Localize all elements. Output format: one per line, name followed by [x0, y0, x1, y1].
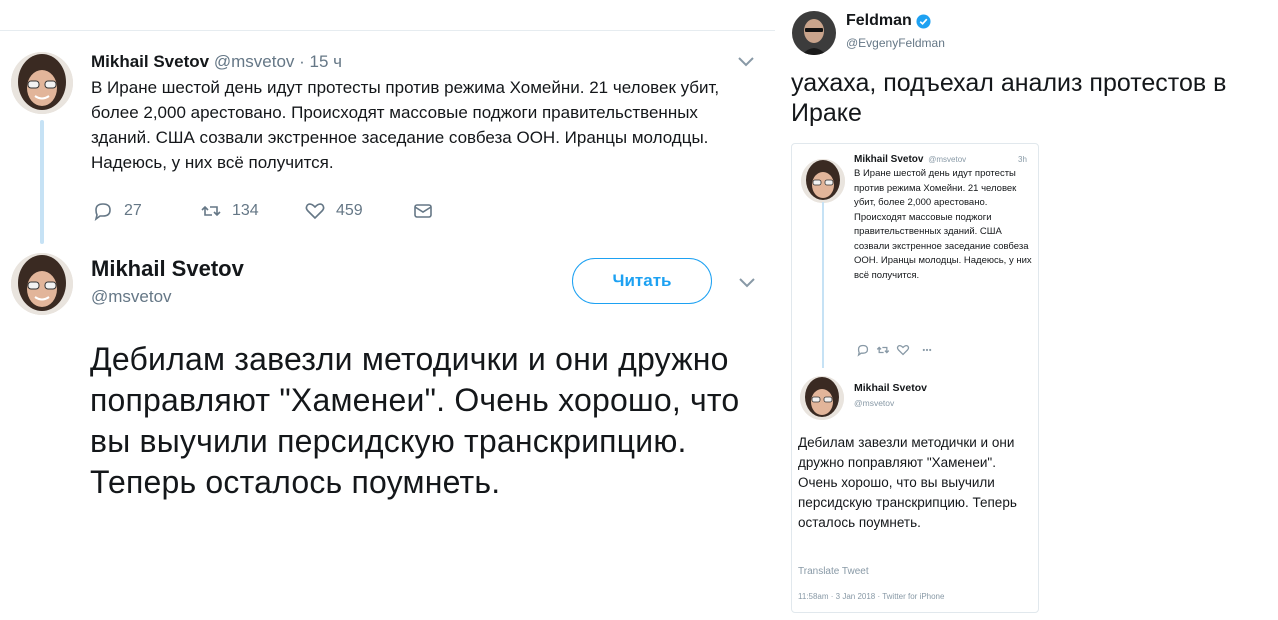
embedded-screenshot[interactable]: Mikhail Svetov @msvetov 3h В Иране шесто… [791, 143, 1039, 613]
reply-action[interactable]: 27 [92, 198, 142, 224]
retweet-icon [200, 200, 222, 222]
avatar[interactable] [11, 253, 73, 315]
direct-message-action[interactable] [412, 198, 434, 224]
tweet-text: Дебилам завезли методички и они дружно п… [798, 435, 1017, 530]
chevron-down-icon[interactable] [736, 54, 756, 68]
thread-connector [822, 202, 824, 368]
reply-icon [92, 200, 114, 222]
tweet-header: Mikhail Svetov @msvetov 3h [854, 154, 1027, 165]
author-handle[interactable]: @msvetov [91, 287, 172, 307]
avatar[interactable] [11, 52, 73, 114]
author-handle[interactable]: @msvetov [214, 52, 295, 71]
translate-tweet-link: Translate Tweet [798, 566, 869, 577]
tweet-time[interactable]: 15 ч [310, 52, 343, 71]
tweet-meta: 11:58am · 3 Jan 2018 · Twitter for iPhon… [798, 592, 945, 601]
retweet-icon [876, 343, 890, 357]
more-icon [920, 343, 934, 357]
author-name[interactable]: Mikhail Svetov [91, 52, 209, 71]
direct-message-icon [412, 200, 434, 222]
like-icon [896, 343, 910, 357]
retweet-action[interactable]: 134 [200, 198, 259, 224]
like-icon [304, 200, 326, 222]
verified-badge-icon [916, 13, 931, 29]
separator: · [299, 52, 305, 71]
author-name: Mikhail Svetov [854, 154, 924, 165]
like-action[interactable]: 459 [304, 198, 363, 224]
tweet-text: В Иране шестой день идут протесты против… [91, 78, 720, 172]
tweet-thread-screenshot: Mikhail Svetov @msvetov · 15 ч В Иране ш… [0, 0, 775, 620]
quoted-post-screenshot: Feldman @EvgenyFeldman уахаха, подъехал … [775, 0, 1278, 620]
reply-icon [856, 343, 870, 357]
author-name[interactable]: Mikhail Svetov [91, 256, 244, 282]
chevron-down-icon[interactable] [737, 275, 757, 289]
author-handle: @msvetov [854, 398, 895, 408]
retweet-count: 134 [232, 202, 259, 219]
author-name-row: Feldman [846, 12, 931, 30]
follow-button[interactable]: Читать [572, 258, 712, 304]
tweet-time: 3h [1018, 155, 1027, 164]
divider [0, 30, 775, 31]
reply-count: 27 [124, 202, 142, 219]
author-name[interactable]: Feldman [846, 12, 912, 30]
post-text: уахаха, подъехал анализ протестов в Ирак… [791, 69, 1227, 127]
avatar [801, 159, 845, 203]
like-count: 459 [336, 202, 363, 219]
thread-connector [40, 120, 44, 244]
tweet-text: Дебилам завезли методички и они дружно п… [90, 341, 740, 500]
tweet-header: Mikhail Svetov @msvetov · 15 ч [91, 52, 342, 72]
author-handle: @msvetov [928, 155, 967, 164]
tweet-text: В Иране шестой день идут протесты против… [854, 168, 1032, 281]
avatar [800, 376, 844, 420]
author-handle[interactable]: @EvgenyFeldman [846, 36, 945, 50]
author-name: Mikhail Svetov [854, 382, 927, 394]
avatar[interactable] [792, 11, 836, 55]
